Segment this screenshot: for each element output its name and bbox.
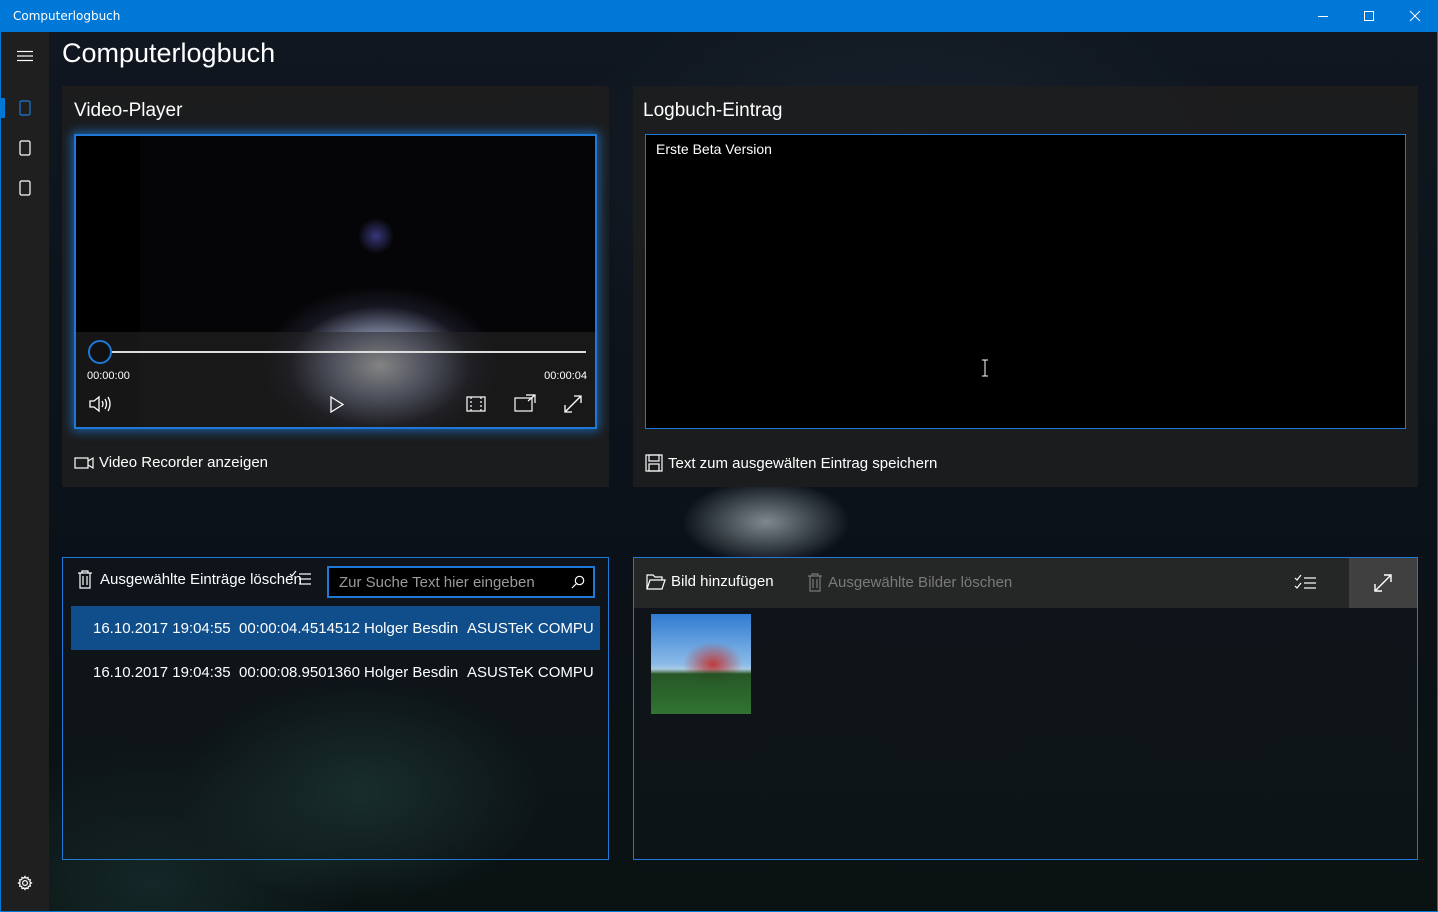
image-thumbnail[interactable]: [651, 614, 751, 714]
trash-icon: [78, 570, 92, 589]
fullscreen-icon[interactable]: [563, 394, 583, 414]
nav-item-3[interactable]: [1, 168, 49, 208]
entry-duration: 00:00:08.9501360: [239, 663, 360, 681]
entry-user: Holger Besdin: [364, 663, 459, 681]
entry-date: 16.10.2017 19:04:35: [93, 663, 231, 681]
minimize-button[interactable]: [1300, 0, 1346, 32]
volume-icon[interactable]: [88, 395, 112, 413]
save-icon: [645, 454, 663, 472]
table-row[interactable]: 16.10.2017 19:04:55 00:00:04.4514512 Hol…: [71, 606, 600, 650]
add-image-button[interactable]: Bild hinzufügen: [646, 573, 774, 590]
log-entry-panel: Logbuch-Eintrag Erste Beta Version Text …: [633, 86, 1418, 487]
multi-select-icon[interactable]: [1294, 574, 1318, 592]
title-bar: Computerlogbuch: [0, 0, 1438, 32]
delete-selected-images-label: Ausgewählte Bilder löschen: [828, 574, 1013, 591]
hamburger-icon: [17, 50, 33, 62]
hamburger-button[interactable]: [1, 40, 49, 72]
window-title: Computerlogbuch: [13, 9, 121, 23]
save-entry-text-button[interactable]: Text zum ausgewälten Eintrag speichern: [645, 454, 937, 472]
entry-duration: 00:00:04.4514512: [239, 619, 360, 637]
multi-select-icon[interactable]: [289, 570, 313, 588]
video-player-panel: Video-Player 00:00:00 00:00:04 Video Rec…: [62, 86, 609, 487]
page-icon: [19, 100, 31, 116]
nav-selection-indicator: [1, 98, 5, 118]
play-icon[interactable]: [330, 396, 344, 413]
nav-item-1[interactable]: [1, 88, 49, 128]
app-window: Computerlogbuch Video-Player 00:00:00 00…: [0, 32, 1438, 912]
video-player[interactable]: 00:00:00 00:00:04: [74, 134, 597, 429]
log-entry-textbox[interactable]: Erste Beta Version: [645, 134, 1406, 429]
delete-selected-entries-label: Ausgewählte Einträge löschen: [100, 571, 302, 588]
expand-icon: [1374, 574, 1392, 592]
entry-date: 16.10.2017 19:04:55: [93, 619, 231, 637]
expand-button[interactable]: [1349, 558, 1417, 608]
current-time: 00:00:00: [87, 370, 130, 382]
aspect-ratio-icon[interactable]: [466, 396, 486, 412]
entry-user: Holger Besdin: [364, 619, 459, 637]
delete-selected-images-button[interactable]: Ausgewählte Bilder löschen: [807, 573, 1012, 592]
table-row[interactable]: 16.10.2017 19:04:35 00:00:08.9501360 Hol…: [71, 650, 600, 694]
add-image-label: Bild hinzufügen: [671, 573, 774, 590]
seek-thumb[interactable]: [88, 340, 112, 364]
images-panel: Bild hinzufügen Ausgewählte Bilder lösch…: [633, 557, 1418, 860]
text-cursor-icon: [982, 359, 988, 377]
navigation-pane: [1, 32, 49, 911]
search-input[interactable]: Zur Suche Text hier eingeben: [327, 566, 595, 598]
trash-icon: [808, 573, 822, 592]
video-camera-icon: [74, 456, 94, 469]
video-panel-title: Video-Player: [74, 100, 183, 121]
media-controls: 00:00:00 00:00:04: [76, 332, 595, 427]
log-entry-text: Erste Beta Version: [656, 141, 772, 157]
close-button[interactable]: [1392, 0, 1438, 32]
page-icon: [19, 140, 31, 156]
entry-computer: ASUSTeK COMPU: [467, 663, 594, 681]
log-panel-title: Logbuch-Eintrag: [643, 100, 783, 121]
folder-open-icon: [646, 573, 666, 590]
save-entry-text-label: Text zum ausgewälten Eintrag speichern: [668, 454, 938, 472]
maximize-button[interactable]: [1346, 0, 1392, 32]
show-video-recorder-label: Video Recorder anzeigen: [99, 454, 269, 471]
page-title: Computerlogbuch: [62, 38, 276, 68]
page-icon: [19, 180, 31, 196]
images-toolbar: Bild hinzufügen Ausgewählte Bilder lösch…: [634, 558, 1417, 608]
cast-to-device-icon[interactable]: [514, 394, 536, 412]
seek-bar[interactable]: [100, 351, 586, 353]
search-icon[interactable]: [571, 575, 585, 589]
entry-computer: ASUSTeK COMPU: [467, 619, 594, 637]
search-placeholder: Zur Suche Text hier eingeben: [339, 574, 535, 591]
show-video-recorder-button[interactable]: Video Recorder anzeigen: [74, 454, 268, 471]
minimize-icon: [1318, 16, 1328, 17]
entries-panel: Ausgewählte Einträge löschen Zur Suche T…: [62, 557, 609, 860]
close-icon: [1409, 10, 1421, 22]
delete-selected-entries-button[interactable]: Ausgewählte Einträge löschen: [77, 570, 302, 589]
nav-item-2[interactable]: [1, 128, 49, 168]
gear-icon: [17, 875, 33, 891]
settings-button[interactable]: [1, 863, 49, 903]
total-time: 00:00:04: [544, 370, 587, 382]
maximize-icon: [1364, 11, 1374, 21]
